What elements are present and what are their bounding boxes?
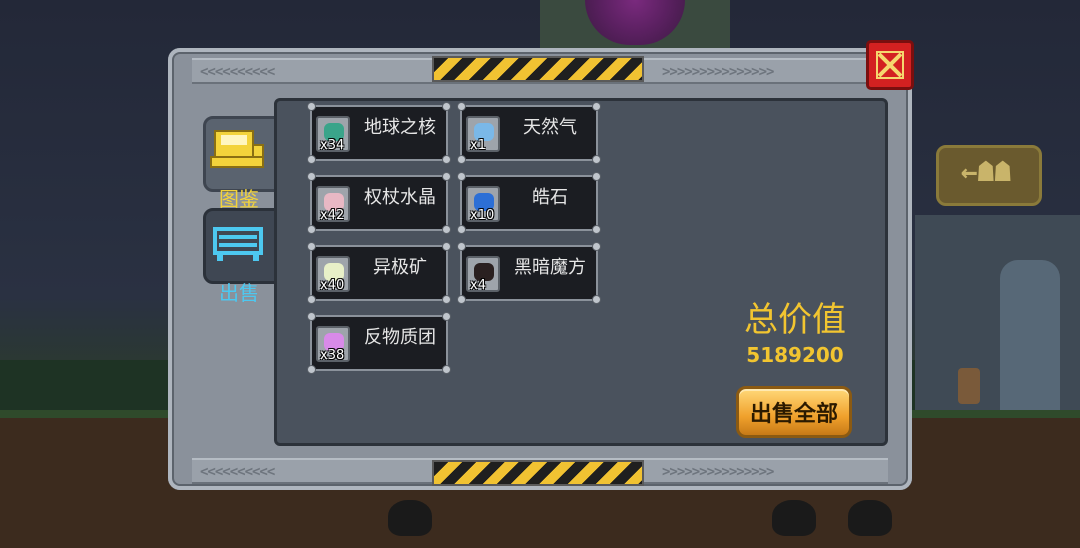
rivet-decoration (457, 225, 466, 234)
background-building-door (1000, 260, 1060, 410)
item-count: x38 (320, 348, 345, 363)
item-count: x4 (470, 278, 486, 293)
rivet-decoration (442, 242, 451, 251)
item-icon-frame: x42 (316, 186, 350, 223)
chevron-left-decoration: <<<<<<<<<< (200, 64, 275, 80)
book-icon (210, 130, 264, 168)
item-icon-frame: x4 (466, 256, 500, 293)
background-sign-text: ←☗☗ (960, 155, 1012, 188)
rivet-decoration (457, 172, 466, 181)
close-icon (876, 51, 904, 79)
item-card[interactable]: x42 权杖水晶 (307, 172, 451, 234)
sell-counter-icon (213, 227, 263, 261)
rivet-decoration (307, 312, 316, 321)
item-card[interactable]: x1 天然气 (457, 102, 601, 164)
hazard-stripe-bottom (432, 460, 644, 486)
item-count: x34 (320, 138, 345, 153)
item-card[interactable]: x40 异极矿 (307, 242, 451, 304)
rivet-decoration (307, 102, 316, 111)
item-icon-frame: x34 (316, 116, 350, 153)
hazard-stripe-top (432, 56, 644, 82)
item-count: x1 (470, 138, 486, 153)
chevron-left-decoration: <<<<<<<<<< (200, 464, 275, 480)
item-icon-frame: x1 (466, 116, 500, 153)
rivet-decoration (592, 242, 601, 251)
rivet-decoration (442, 365, 451, 374)
rivet-decoration (442, 155, 451, 164)
rivet-decoration (307, 242, 316, 251)
item-count: x40 (320, 278, 345, 293)
rivet-decoration (307, 172, 316, 181)
rivet-decoration (457, 295, 466, 304)
rivet-decoration (442, 172, 451, 181)
player-character (958, 368, 980, 404)
rivet-decoration (442, 102, 451, 111)
rivet-decoration (442, 225, 451, 234)
background-rock (772, 500, 816, 536)
rivet-decoration (457, 242, 466, 251)
rivet-decoration (457, 155, 466, 164)
item-name: 地球之核 (364, 117, 436, 138)
item-icon-frame: x10 (466, 186, 500, 223)
rivet-decoration (592, 172, 601, 181)
rivet-decoration (592, 102, 601, 111)
item-name: 皓石 (532, 187, 568, 208)
item-card[interactable]: x10 皓石 (457, 172, 601, 234)
close-button[interactable] (866, 40, 914, 90)
item-name: 异极矿 (373, 257, 427, 278)
tab-codex[interactable] (203, 116, 281, 192)
rivet-decoration (307, 365, 316, 374)
chevron-right-decoration: >>>>>>>>>>>>>>> (662, 464, 774, 480)
item-count: x10 (470, 208, 495, 223)
item-name: 天然气 (523, 117, 577, 138)
background-rock (388, 500, 432, 536)
tab-sell[interactable] (203, 208, 281, 284)
item-icon-frame: x38 (316, 326, 350, 363)
tab-sell-label: 出售 (219, 281, 259, 305)
item-icon-frame: x40 (316, 256, 350, 293)
total-value-label: 总价值 (744, 300, 846, 340)
rivet-decoration (307, 155, 316, 164)
rivet-decoration (442, 312, 451, 321)
rivet-decoration (457, 102, 466, 111)
item-card[interactable]: x4 黑暗魔方 (457, 242, 601, 304)
rivet-decoration (592, 155, 601, 164)
item-name: 反物质团 (364, 327, 436, 348)
item-name: 权杖水晶 (364, 187, 436, 208)
item-card[interactable]: x34 地球之核 (307, 102, 451, 164)
total-value-amount: 5189200 (746, 343, 844, 367)
chevron-right-decoration: >>>>>>>>>>>>>>> (662, 64, 774, 80)
rivet-decoration (307, 225, 316, 234)
rivet-decoration (592, 225, 601, 234)
item-count: x42 (320, 208, 345, 223)
rivet-decoration (442, 295, 451, 304)
sell-all-button[interactable]: 出售全部 (736, 386, 852, 438)
item-name: 黑暗魔方 (514, 257, 586, 278)
rivet-decoration (592, 295, 601, 304)
background-rock (848, 500, 892, 536)
rivet-decoration (307, 295, 316, 304)
item-card[interactable]: x38 反物质团 (307, 312, 451, 374)
